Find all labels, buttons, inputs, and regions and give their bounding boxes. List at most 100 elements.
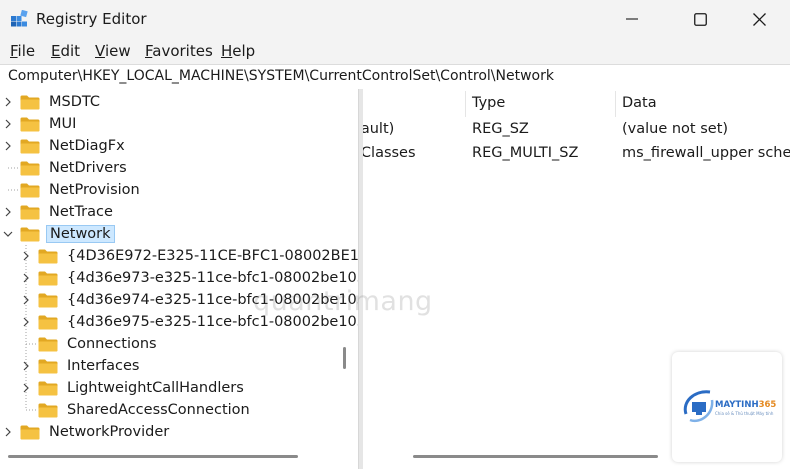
tree-item-label: MSDTC (49, 94, 101, 110)
menu-file[interactable]: File (10, 42, 35, 60)
chevron-right-icon[interactable] (20, 382, 32, 394)
menu-help-label: elp (232, 42, 256, 60)
folder-icon (38, 315, 58, 329)
folder-icon (38, 249, 58, 263)
folder-icon (38, 403, 58, 417)
column-header-type[interactable]: Type (472, 89, 505, 117)
chevron-right-icon[interactable] (2, 118, 14, 130)
tree-item-label: {4D36E972-E325-11CE-BFC1-08002BE10318} (67, 248, 358, 264)
tree-item[interactable]: NetProvision (2, 179, 143, 201)
tree-item[interactable]: Network (2, 223, 115, 245)
folder-icon (38, 381, 58, 395)
folder-icon (38, 337, 58, 351)
tree-item[interactable]: NetTrace (2, 201, 116, 223)
tree-vertical-scrollbar[interactable] (343, 347, 346, 369)
tree-item-label: NetDrivers (49, 160, 127, 176)
close-button[interactable] (736, 0, 782, 38)
registry-editor-icon (11, 10, 28, 27)
menu-file-label: ile (17, 42, 36, 60)
tree-item-label: NetDiagFx (49, 138, 125, 154)
folder-icon (20, 161, 40, 175)
tree-item-label: Connections (67, 336, 157, 352)
close-icon (752, 12, 766, 26)
minimize-button[interactable] (609, 0, 655, 38)
value-type: REG_SZ (472, 121, 529, 137)
menu-bar: File Edit View Favorites Help (0, 38, 790, 64)
menu-favorites-label: avorites (152, 42, 213, 60)
menu-file-mnemonic: F (10, 42, 18, 60)
chevron-right-icon[interactable] (2, 426, 14, 438)
logo-wordmark: MAYTINH365 (715, 400, 776, 410)
menu-help-mnemonic: H (221, 42, 233, 60)
logo-brand-accent: 365 (758, 400, 777, 410)
folder-icon (20, 95, 40, 109)
tree-item-label: NetProvision (49, 182, 140, 198)
folder-icon (20, 425, 40, 439)
menu-favorites[interactable]: Favorites (145, 42, 213, 60)
tree-item[interactable]: {4D36E972-E325-11CE-BFC1-08002BE10318} (20, 245, 358, 267)
folder-icon (38, 271, 58, 285)
chevron-right-icon[interactable] (20, 360, 32, 372)
tree-item-label: Network (46, 225, 115, 243)
chevron-right-icon[interactable] (2, 140, 14, 152)
column-header-data[interactable]: Data (622, 89, 657, 117)
maximize-icon (693, 12, 707, 26)
value-type: REG_MULTI_SZ (472, 145, 579, 161)
column-separator[interactable] (615, 91, 616, 117)
tree-horizontal-scrollbar[interactable] (8, 455, 298, 458)
menu-view-label: iew (104, 42, 131, 60)
menu-edit[interactable]: Edit (51, 42, 80, 60)
watermark: quantrimang (253, 286, 433, 317)
logo-brand: MAYTINH (715, 400, 759, 410)
menu-edit-label: dit (60, 42, 81, 60)
column-header-type-label: Type (472, 95, 506, 111)
tree-item[interactable]: LightweightCallHandlers (20, 377, 247, 399)
tree-item[interactable]: Interfaces (20, 355, 142, 377)
address-bar[interactable]: Computer\HKEY_LOCAL_MACHINE\SYSTEM\Curre… (0, 64, 790, 90)
address-path[interactable]: Computer\HKEY_LOCAL_MACHINE\SYSTEM\Curre… (8, 68, 554, 84)
folder-icon (38, 293, 58, 307)
column-separator[interactable] (465, 91, 466, 117)
window-title: Registry Editor (36, 10, 147, 28)
value-data: ms_firewall_upper scheduler (622, 145, 790, 161)
maximize-button[interactable] (677, 0, 723, 38)
logo-swoosh-icon (683, 390, 714, 423)
maytinh365-logo: MAYTINH365 Chia sẻ & Thủ thuật Máy tính (672, 352, 782, 462)
tree-item[interactable]: NetDiagFx (2, 135, 128, 157)
tree-item[interactable]: SharedAccessConnection (20, 399, 253, 421)
tree-spacer (2, 162, 14, 174)
chevron-right-icon[interactable] (20, 250, 32, 262)
value-name: FilterClasses (363, 145, 416, 161)
folder-icon (20, 139, 40, 153)
chevron-right-icon[interactable] (20, 294, 32, 306)
registry-key-tree[interactable]: MSDTC MUI NetDiagFx NetDrivers NetProvision N… (0, 89, 358, 469)
value-name: (Default) (363, 121, 395, 137)
chevron-right-icon[interactable] (20, 272, 32, 284)
tree-item-label: LightweightCallHandlers (67, 380, 244, 396)
menu-help[interactable]: Help (221, 42, 255, 60)
tree-item[interactable]: MSDTC (2, 91, 103, 113)
chevron-down-icon[interactable] (2, 228, 14, 240)
tree-item-label: Interfaces (67, 358, 140, 374)
tree-item[interactable]: MUI (2, 113, 79, 135)
folder-icon (20, 227, 40, 241)
folder-icon (38, 359, 58, 373)
tree-item[interactable]: NetDrivers (2, 157, 130, 179)
list-horizontal-scrollbar[interactable] (413, 455, 658, 458)
chevron-right-icon[interactable] (2, 206, 14, 218)
tree-spacer (2, 184, 14, 196)
tree-item-label: MUI (49, 116, 77, 132)
menu-view-mnemonic: V (95, 42, 105, 60)
chevron-right-icon[interactable] (2, 96, 14, 108)
tree-item-label: SharedAccessConnection (67, 402, 250, 418)
tree-item-label: NetworkProvider (49, 424, 170, 440)
menu-view[interactable]: View (95, 42, 131, 60)
folder-icon (20, 117, 40, 131)
chevron-right-icon[interactable] (20, 316, 32, 328)
tree-item[interactable]: Connections (20, 333, 160, 355)
value-data: (value not set) (622, 121, 729, 137)
tree-spacer (20, 338, 32, 350)
folder-icon (20, 183, 40, 197)
logo-tagline: Chia sẻ & Thủ thuật Máy tính (715, 411, 774, 416)
tree-item[interactable]: NetworkProvider (2, 421, 172, 443)
